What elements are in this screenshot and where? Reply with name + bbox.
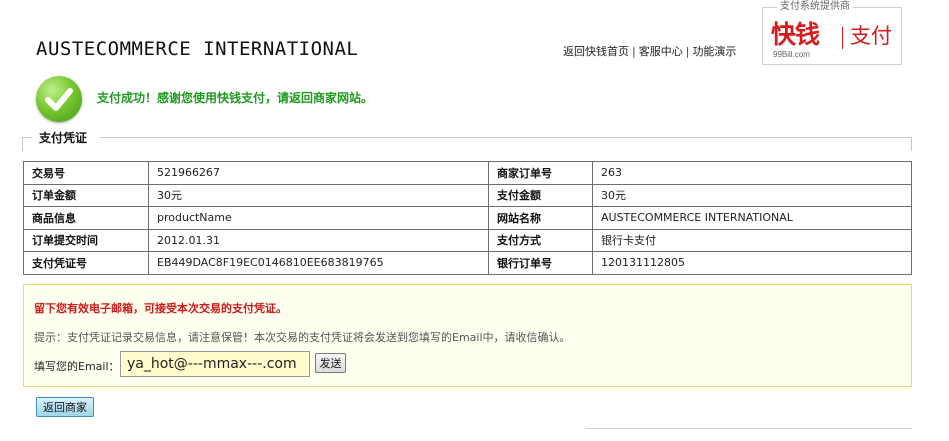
link-customer-service[interactable]: 客服中心 [639,45,683,58]
brand-caption: 支付系统提供商 [777,1,853,13]
row-value: 银行卡支付 [592,228,912,252]
row-value: AUSTECOMMERCE INTERNATIONAL [592,206,912,230]
brand-logo-box: 支付系统提供商 快钱 99Bill.com 支付 [762,1,902,65]
row-value: 30元 [592,183,912,207]
row-value: 30元 [148,183,489,207]
fieldset-border [22,137,32,138]
row-key: 支付方式 [488,228,593,252]
row-value: 263 [592,161,912,185]
row-value: 120131112805 [592,251,912,275]
table-row: 商品信息 productName 网站名称 AUSTECOMMERCE INTERNA… [23,206,912,230]
footer-divider [586,428,912,429]
row-key: 银行订单号 [488,251,593,275]
success-message: 支付成功！感谢您使用快钱支付，请返回商家网站。 [97,91,374,105]
row-value: EB449DAC8F19EC0146810EE683819765 [148,251,489,275]
row-key: 支付凭证号 [23,251,149,275]
link-kuaiqian-home[interactable]: 返回快钱首页 [563,45,629,58]
fieldset-border [100,137,912,138]
brand-divider [842,27,843,49]
link-separator: | [632,45,636,58]
row-key: 交易号 [23,161,149,185]
merchant-name: AUSTECOMMERCE INTERNATIONAL [36,38,359,60]
row-key: 订单金额 [23,183,149,207]
brand-pay-label: 支付 [850,24,892,48]
send-button[interactable]: 发送 [315,353,346,373]
row-value: productName [148,206,489,230]
row-key: 商家订单号 [488,161,593,185]
table-row: 支付凭证号 EB449DAC8F19EC0146810EE683819765 银行订… [23,251,912,275]
link-separator: | [685,45,690,58]
row-key: 商品信息 [23,206,149,230]
receipt-table: 交易号 521966267 商家订单号 263 订单金额 30元 支付金额 30元 商品信息 pr… [23,161,912,275]
row-value: 521966267 [148,161,489,185]
row-key: 支付金额 [488,183,593,207]
notice-tip: 提示：支付凭证记录交易信息，请注意保管！本次交易的支付凭证将会发送到您填写的Em… [34,331,571,344]
table-row: 交易号 521966267 商家订单号 263 [23,161,912,185]
row-key: 订单提交时间 [23,228,149,252]
row-value: 2012.01.31 [148,228,489,252]
notice-title: 留下您有效电子邮箱，可接受本次交易的支付凭证。 [34,302,287,315]
brand-domain: 99Bill.com [773,50,810,59]
email-input[interactable] [120,351,310,377]
email-label: 填写您的Email： [34,360,120,373]
email-notice-box: 留下您有效电子邮箱，可接受本次交易的支付凭证。 提示：支付凭证记录交易信息，请注… [23,284,912,387]
fieldset-border [22,137,23,151]
return-to-merchant-button[interactable]: 返回商家 [36,397,94,417]
kuaiqian-logo: 快钱 [771,20,820,49]
table-row: 订单提交时间 2012.01.31 支付方式 银行卡支付 [23,228,912,252]
check-icon [36,76,82,122]
top-links: 返回快钱首页 | 客服中心 | 功能演示 [563,43,736,59]
row-key: 网站名称 [488,206,593,230]
receipt-legend: 支付凭证 [37,129,90,146]
fieldset-border [911,137,912,151]
link-feature-demo[interactable]: 功能演示 [692,45,736,58]
table-row: 订单金额 30元 支付金额 30元 [23,183,912,207]
